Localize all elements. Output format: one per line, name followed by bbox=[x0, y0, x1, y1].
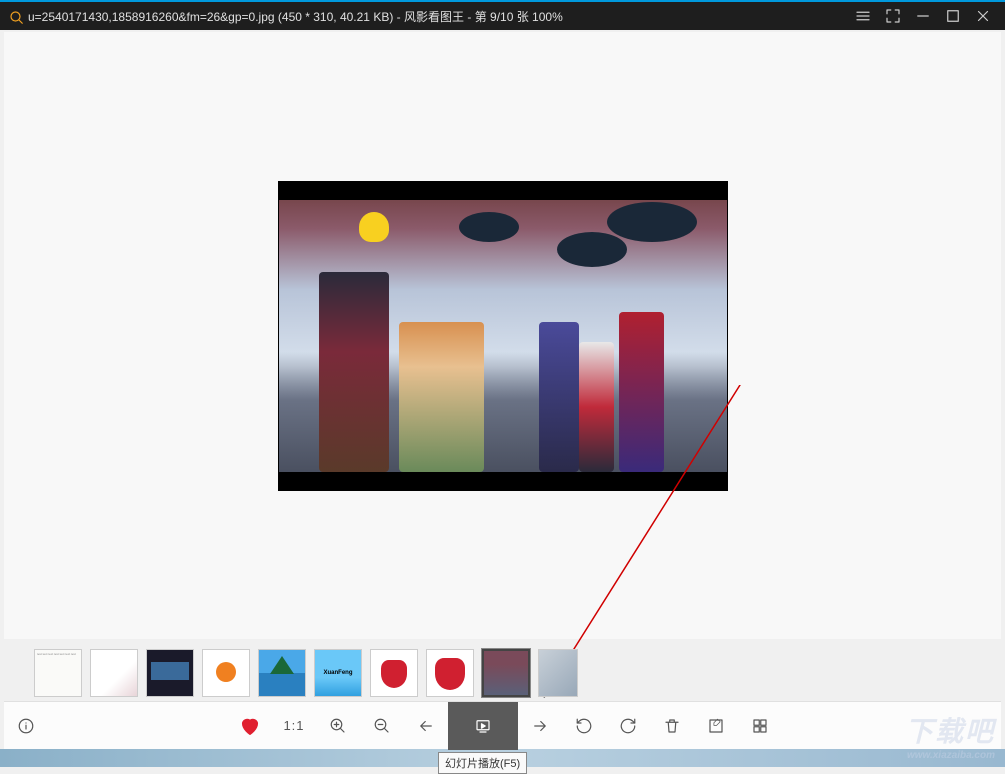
menu-button[interactable] bbox=[849, 4, 877, 28]
delete-button[interactable] bbox=[650, 702, 694, 750]
thumbnail[interactable] bbox=[90, 649, 138, 697]
prev-image-button[interactable] bbox=[404, 702, 448, 750]
favorite-button[interactable] bbox=[228, 702, 272, 750]
slideshow-button[interactable]: 幻灯片播放(F5) bbox=[448, 702, 518, 750]
rotate-cw-button[interactable] bbox=[606, 702, 650, 750]
thumbnail[interactable] bbox=[258, 649, 306, 697]
thumbnail[interactable]: text text text text text text text bbox=[34, 649, 82, 697]
image-canvas[interactable] bbox=[4, 32, 1001, 639]
grid-view-button[interactable] bbox=[738, 702, 782, 750]
thumbnail[interactable] bbox=[202, 649, 250, 697]
thumbnail[interactable] bbox=[146, 649, 194, 697]
thumbnail[interactable] bbox=[538, 649, 578, 697]
next-image-button[interactable] bbox=[518, 702, 562, 750]
actual-size-button[interactable]: 1:1 bbox=[272, 702, 316, 750]
title-appname: 风影看图王 bbox=[404, 10, 464, 24]
thumbnail-selected[interactable] bbox=[482, 649, 530, 697]
watermark: 下载吧 www.xiazaiba.com bbox=[905, 710, 995, 761]
thumbnail[interactable] bbox=[426, 649, 474, 697]
title-position: 第 9/10 张 100% bbox=[475, 10, 563, 24]
watermark-url: www.xiazaiba.com bbox=[905, 750, 995, 761]
app-logo-icon bbox=[8, 9, 22, 23]
fullscreen-button[interactable] bbox=[879, 4, 907, 28]
zoom-in-button[interactable] bbox=[316, 702, 360, 750]
thumbnail[interactable] bbox=[370, 649, 418, 697]
displayed-image bbox=[278, 181, 728, 491]
window-title: u=2540171430,1858916260&fm=26&gp=0.jpg (… bbox=[28, 8, 849, 25]
watermark-text: 下载吧 bbox=[905, 716, 995, 747]
titlebar[interactable]: u=2540171430,1858916260&fm=26&gp=0.jpg (… bbox=[0, 0, 1005, 30]
info-button[interactable] bbox=[4, 702, 48, 750]
maximize-button[interactable] bbox=[939, 4, 967, 28]
zoom-out-button[interactable] bbox=[360, 702, 404, 750]
slideshow-tooltip: 幻灯片播放(F5) bbox=[438, 752, 527, 774]
edit-button[interactable] bbox=[694, 702, 738, 750]
minimize-button[interactable] bbox=[909, 4, 937, 28]
title-dimensions: (450 * 310, 40.21 KB) bbox=[278, 10, 393, 24]
close-button[interactable] bbox=[969, 4, 997, 28]
thumbnail[interactable]: XuanFeng bbox=[314, 649, 362, 697]
thumbnail-strip: text text text text text text text XuanF… bbox=[34, 649, 1001, 699]
window-controls bbox=[849, 4, 997, 28]
rotate-ccw-button[interactable] bbox=[562, 702, 606, 750]
title-filename: u=2540171430,1858916260&fm=26&gp=0.jpg bbox=[28, 10, 275, 24]
bottom-toolbar: 1:1 幻灯片播放(F5) bbox=[4, 701, 1001, 749]
